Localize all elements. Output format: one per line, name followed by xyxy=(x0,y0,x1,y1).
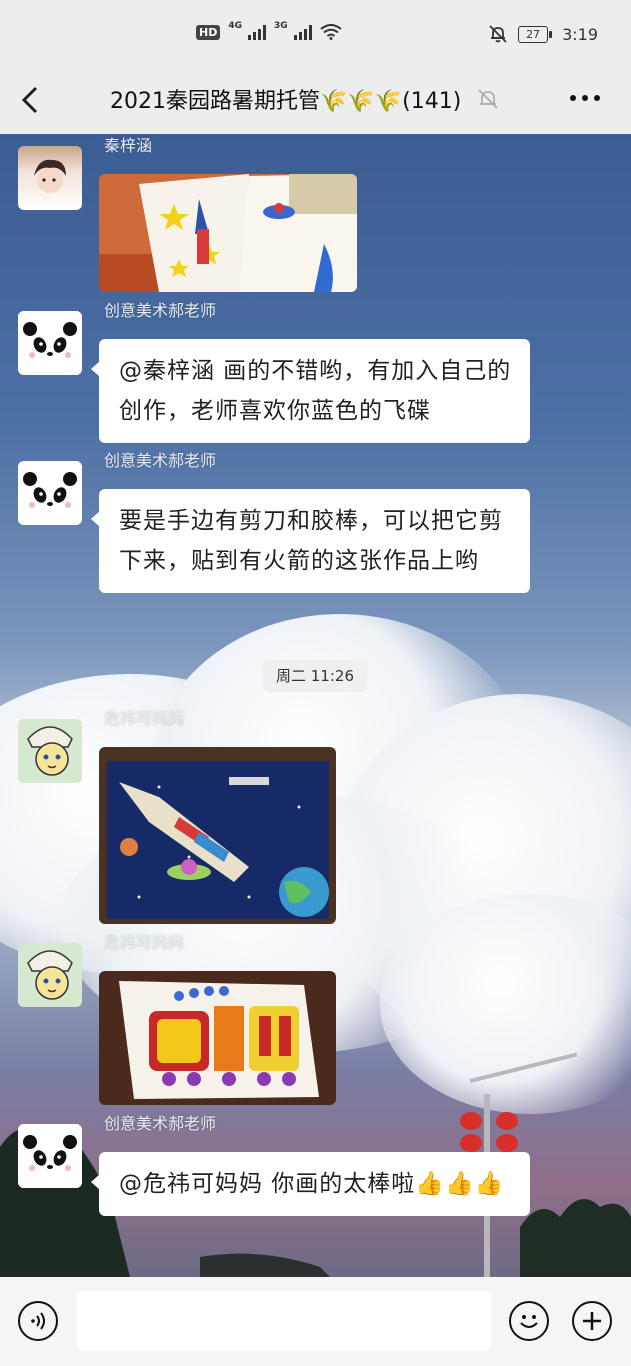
avatar[interactable] xyxy=(18,719,82,783)
message-input[interactable] xyxy=(77,1291,491,1351)
network-type-1: 4G xyxy=(228,21,242,31)
status-bar: HD 4G 3G 27 3:19 xyxy=(0,0,631,70)
more-button[interactable] xyxy=(569,80,601,123)
plus-icon xyxy=(583,1312,601,1330)
message-image[interactable] xyxy=(99,174,357,292)
message-bubble[interactable]: @危祎可妈妈 你画的太棒啦👍👍👍 xyxy=(91,1152,530,1216)
sender-name: 危祎可妈妈 xyxy=(104,709,185,728)
avatar[interactable] xyxy=(18,146,82,210)
sender-name: 危祎可妈妈 xyxy=(104,933,185,952)
sender-name: 创意美术郝老师 xyxy=(104,451,217,470)
panda-avatar-icon xyxy=(18,461,82,525)
plus-button[interactable] xyxy=(572,1301,612,1341)
wifi-icon xyxy=(320,24,342,40)
emoji-button[interactable] xyxy=(509,1301,549,1341)
avatar[interactable] xyxy=(18,311,82,375)
chat-title: 2021秦园路暑期托管🌾🌾🌾(141) xyxy=(110,89,462,114)
message-bubble[interactable]: @秦梓涵 画的不错哟，有加入自己的创作，老师喜欢你蓝色的飞碟 xyxy=(91,339,530,443)
cartoon-avatar-icon xyxy=(18,719,82,783)
panda-avatar-icon xyxy=(18,311,82,375)
clock: 3:19 xyxy=(562,24,598,44)
message-image[interactable] xyxy=(99,971,336,1105)
voice-button[interactable] xyxy=(18,1301,58,1341)
signal-icon xyxy=(248,24,266,40)
sender-name: 创意美术郝老师 xyxy=(104,301,217,320)
avatar[interactable] xyxy=(18,943,82,1007)
hd-badge: HD xyxy=(196,24,221,40)
bell-off-icon xyxy=(478,89,498,109)
chevron-left-icon xyxy=(21,86,38,114)
panda-avatar-icon xyxy=(18,1124,82,1188)
chat-background xyxy=(0,134,631,1277)
more-icon xyxy=(570,95,600,101)
cartoon-avatar-icon xyxy=(18,943,82,1007)
avatar[interactable] xyxy=(18,461,82,525)
voice-icon xyxy=(31,1312,45,1330)
message-image[interactable] xyxy=(99,747,336,924)
signal-icon xyxy=(293,24,312,40)
notification-off-icon xyxy=(489,25,507,43)
message-bubble[interactable]: 要是手边有剪刀和胶棒，可以把它剪下来，贴到有火箭的这张作品上哟 xyxy=(91,489,530,593)
timestamp: 周二 11:26 xyxy=(263,660,367,692)
back-button[interactable] xyxy=(20,82,40,125)
chat-header: 2021秦园路暑期托管🌾🌾🌾(141) xyxy=(0,70,631,134)
battery-icon: 27 xyxy=(518,25,553,43)
sender-name: 创意美术郝老师 xyxy=(104,1114,217,1133)
network-type-2: 3G xyxy=(274,21,288,31)
sender-name: 秦梓涵 xyxy=(104,136,153,155)
avatar[interactable] xyxy=(18,1124,82,1188)
emoji-icon xyxy=(520,1315,538,1328)
input-bar xyxy=(0,1277,631,1366)
